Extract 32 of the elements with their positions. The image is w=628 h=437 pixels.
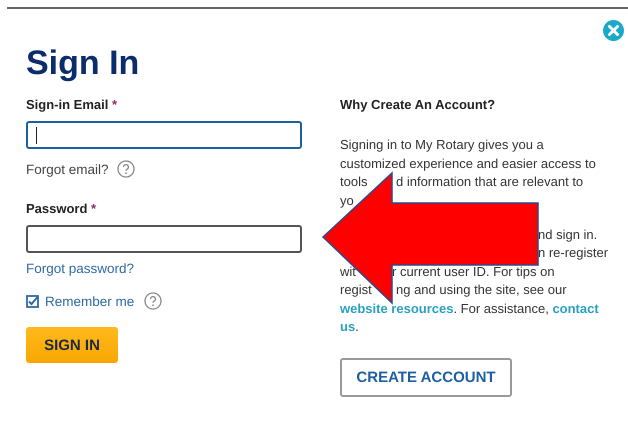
text-link[interactable]: contact (552, 300, 599, 316)
section-heading: Why Create An Account? (340, 97, 496, 114)
field-label: Password * (26, 201, 98, 218)
password-field[interactable] (26, 225, 302, 253)
text-link[interactable]: us (340, 319, 356, 334)
create-account-button[interactable]: CREATE ACCOUNT (340, 358, 512, 396)
paragraph-text: n re-register (538, 245, 608, 260)
paragraph-text: ng and using the site, see our (396, 282, 567, 297)
paragraph-text: customized experience and easier access to (340, 156, 596, 170)
paragraph-text: yo (340, 192, 354, 208)
hint-text: Forgot email? (26, 162, 109, 176)
text-cursor (36, 126, 37, 144)
paragraph-text: wit (340, 264, 356, 278)
paragraph-text: nd sign in. (538, 226, 598, 242)
sign-in-button[interactable]: SIGN IN (26, 327, 118, 363)
email-field[interactable] (26, 121, 302, 149)
text-link[interactable]: website resources (340, 300, 454, 316)
help-icon[interactable] (144, 292, 162, 310)
checkbox-label[interactable]: Remember me (45, 294, 134, 308)
field-label: Sign-in Email * (26, 97, 118, 114)
paragraph-text: r current user ID. For tips on (392, 264, 555, 278)
paragraph-text: regist (340, 282, 372, 297)
page-title: Sign In (26, 43, 140, 83)
checkbox[interactable] (26, 294, 39, 308)
close-icon[interactable] (603, 20, 624, 41)
paragraph-text: . For assistance, (453, 300, 550, 316)
paragraph-text: d information that are relevant to (396, 174, 584, 189)
paragraph-text: Signing in to My Rotary gives you a (340, 137, 544, 152)
help-icon[interactable] (116, 160, 135, 178)
paragraph-text: . (355, 319, 359, 334)
forgot-password-link[interactable]: Forgot password? (26, 260, 134, 276)
paragraph-text: tools (340, 174, 368, 189)
